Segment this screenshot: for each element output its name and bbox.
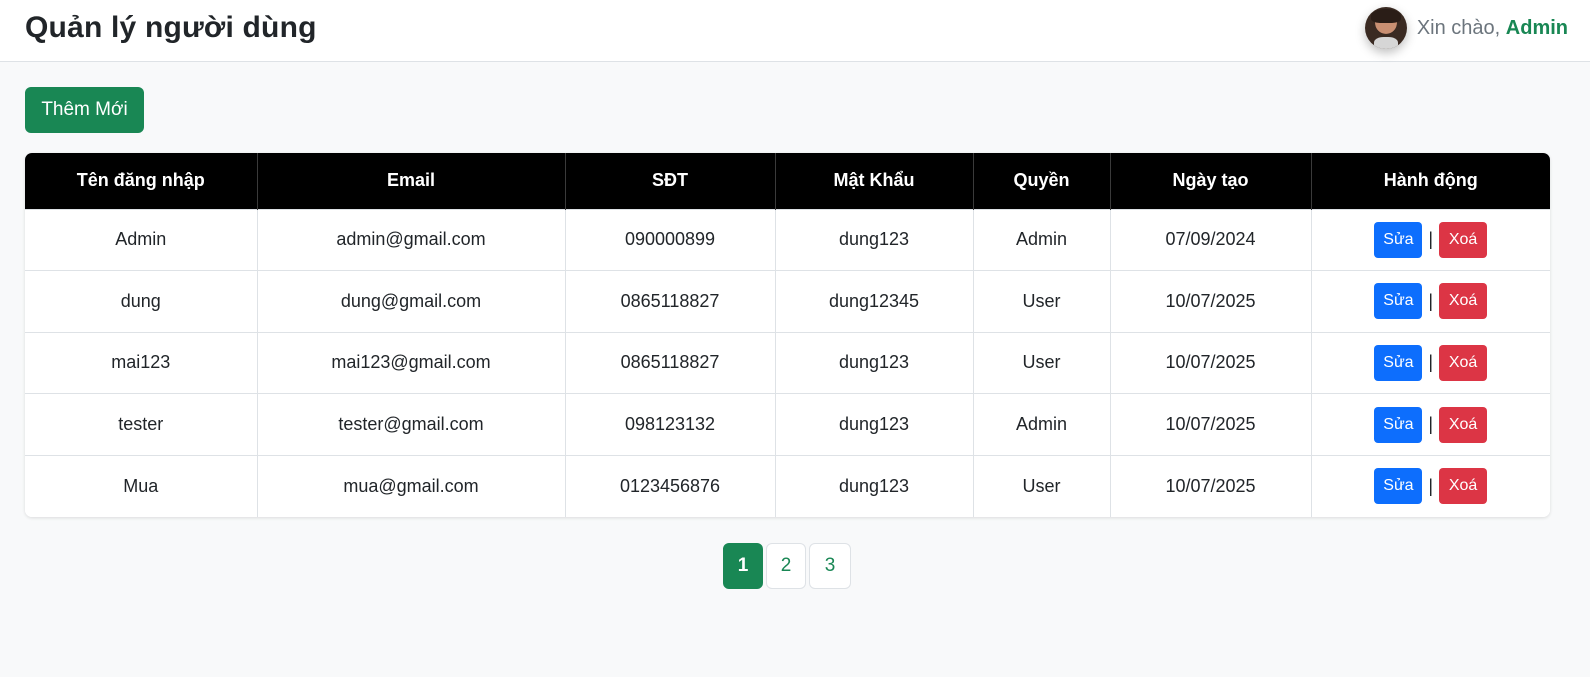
cell-username: dung bbox=[25, 270, 258, 333]
cell-created-date: 10/07/2025 bbox=[1110, 270, 1312, 333]
delete-button[interactable]: Xoá bbox=[1439, 468, 1488, 505]
page-button-1[interactable]: 1 bbox=[723, 543, 763, 589]
users-table: Tên đăng nhập Email SĐT Mật Khẩu Quyền N… bbox=[25, 153, 1550, 517]
page-button-3[interactable]: 3 bbox=[809, 543, 851, 589]
column-header-username: Tên đăng nhập bbox=[25, 153, 258, 209]
table-row: dung dung@gmail.com 0865118827 dung12345… bbox=[25, 270, 1550, 333]
cell-actions: Sửa | Xoá bbox=[1311, 454, 1550, 517]
cell-phone: 098123132 bbox=[565, 393, 776, 456]
column-header-phone: SĐT bbox=[565, 153, 776, 209]
cell-password: dung123 bbox=[775, 454, 974, 517]
table-row: tester tester@gmail.com 098123132 dung12… bbox=[25, 393, 1550, 456]
table-body: Admin admin@gmail.com 090000899 dung123 … bbox=[25, 208, 1550, 517]
edit-button[interactable]: Sửa bbox=[1374, 406, 1423, 443]
cell-phone: 0865118827 bbox=[565, 331, 776, 394]
cell-username: Admin bbox=[25, 208, 258, 271]
cell-username: Mua bbox=[25, 454, 258, 517]
edit-button[interactable]: Sửa bbox=[1374, 344, 1423, 381]
cell-role: Admin bbox=[973, 393, 1111, 456]
edit-button[interactable]: Sửa bbox=[1374, 283, 1423, 320]
column-header-password: Mật Khẩu bbox=[775, 153, 974, 209]
cell-created-date: 10/07/2025 bbox=[1110, 331, 1312, 394]
users-table-container: Tên đăng nhập Email SĐT Mật Khẩu Quyền N… bbox=[25, 153, 1550, 517]
cell-username: tester bbox=[25, 393, 258, 456]
delete-button[interactable]: Xoá bbox=[1439, 344, 1488, 381]
greeting-text: Xin chào, Admin bbox=[1417, 17, 1568, 40]
cell-actions: Sửa | Xoá bbox=[1311, 270, 1550, 333]
cell-email: dung@gmail.com bbox=[257, 270, 566, 333]
cell-email: admin@gmail.com bbox=[257, 208, 566, 271]
cell-email: tester@gmail.com bbox=[257, 393, 566, 456]
user-info: Xin chào, Admin bbox=[1364, 6, 1568, 50]
avatar[interactable] bbox=[1364, 7, 1407, 49]
table-row: Admin admin@gmail.com 090000899 dung123 … bbox=[25, 208, 1550, 271]
cell-actions: Sửa | Xoá bbox=[1311, 393, 1550, 456]
cell-password: dung12345 bbox=[775, 270, 974, 333]
greeting-prefix: Xin chào, bbox=[1416, 16, 1501, 39]
cell-role: User bbox=[973, 331, 1111, 394]
cell-password: dung123 bbox=[775, 208, 974, 271]
delete-button[interactable]: Xoá bbox=[1439, 221, 1488, 258]
table-row: mai123 mai123@gmail.com 0865118827 dung1… bbox=[25, 331, 1550, 394]
cell-phone: 0865118827 bbox=[565, 270, 776, 333]
cell-email: mai123@gmail.com bbox=[257, 331, 566, 394]
column-header-actions: Hành động bbox=[1311, 153, 1550, 209]
page-button-2[interactable]: 2 bbox=[766, 543, 806, 589]
action-separator: | bbox=[1428, 290, 1434, 311]
edit-button[interactable]: Sửa bbox=[1374, 468, 1423, 505]
action-separator: | bbox=[1428, 352, 1434, 373]
cell-created-date: 10/07/2025 bbox=[1110, 393, 1312, 456]
cell-username: mai123 bbox=[25, 331, 258, 394]
table-header-row: Tên đăng nhập Email SĐT Mật Khẩu Quyền N… bbox=[25, 153, 1550, 209]
action-separator: | bbox=[1428, 414, 1434, 435]
cell-password: dung123 bbox=[775, 331, 974, 394]
cell-role: User bbox=[973, 270, 1111, 333]
column-header-email: Email bbox=[257, 153, 566, 209]
cell-role: Admin bbox=[973, 208, 1111, 271]
pagination: 1 2 3 bbox=[723, 543, 851, 589]
top-navbar: Quản lý người dùng Xin chào, Admin bbox=[0, 0, 1590, 62]
delete-button[interactable]: Xoá bbox=[1439, 406, 1488, 443]
table-row: Mua mua@gmail.com 0123456876 dung123 Use… bbox=[25, 454, 1550, 517]
cell-role: User bbox=[973, 454, 1111, 517]
cell-created-date: 07/09/2024 bbox=[1110, 208, 1312, 271]
column-header-role: Quyền bbox=[973, 153, 1111, 209]
edit-button[interactable]: Sửa bbox=[1374, 221, 1423, 258]
cell-created-date: 10/07/2025 bbox=[1110, 454, 1312, 517]
add-new-button[interactable]: Thêm Mới bbox=[25, 87, 144, 133]
cell-phone: 090000899 bbox=[565, 208, 776, 271]
cell-password: dung123 bbox=[775, 393, 974, 456]
delete-button[interactable]: Xoá bbox=[1439, 283, 1488, 320]
action-separator: | bbox=[1428, 475, 1434, 496]
greeting-username: Admin bbox=[1505, 16, 1568, 39]
page-title: Quản lý người dùng bbox=[25, 11, 317, 44]
cell-actions: Sửa | Xoá bbox=[1311, 208, 1550, 271]
cell-email: mua@gmail.com bbox=[257, 454, 566, 517]
column-header-created-date: Ngày tạo bbox=[1110, 153, 1312, 209]
cell-phone: 0123456876 bbox=[565, 454, 776, 517]
cell-actions: Sửa | Xoá bbox=[1311, 331, 1550, 394]
action-separator: | bbox=[1428, 229, 1434, 250]
